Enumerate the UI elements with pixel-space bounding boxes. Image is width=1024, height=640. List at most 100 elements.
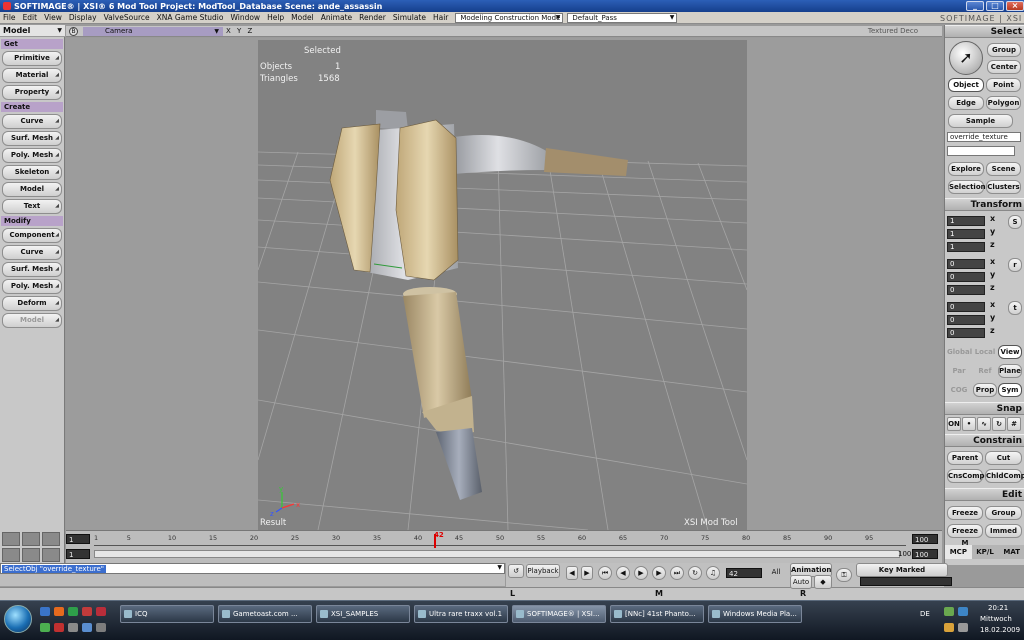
timeline-start2-field[interactable]: 1 [66,549,90,559]
timeline-end2-field[interactable]: 100 [912,549,938,559]
timeline-range-slider[interactable] [94,550,900,558]
ql-media-icon[interactable] [54,623,64,632]
selection-filter-field[interactable]: override_texture [947,132,1021,142]
modify-curve-button[interactable]: Curve [2,245,62,260]
ql-icq-icon[interactable] [40,623,50,632]
toolbar-title[interactable]: Model ▼ [0,25,65,37]
tab-kpl[interactable]: KP/L [972,545,999,559]
ql-folder-icon[interactable] [68,623,78,632]
local-button[interactable]: Local [973,345,997,359]
snap-grid-icon[interactable]: # [1007,417,1021,431]
select-edge-button[interactable]: Edge [948,96,984,110]
plane-button[interactable]: Plane [998,364,1022,378]
maximize-button[interactable]: □ [986,1,1004,11]
task-softimage[interactable]: SOFTIMAGE® | XSI... [512,605,606,623]
cnscomp-button[interactable]: CnsComp [947,469,985,483]
task-xsi-samples[interactable]: XSI_SAMPLES [316,605,410,623]
clusters-button[interactable]: Clusters [986,180,1021,194]
tab-mat[interactable]: MAT [998,545,1024,559]
select-arrow-icon[interactable]: ➚ [949,41,983,75]
start-button[interactable] [4,605,32,633]
tray-volume-icon[interactable] [944,623,954,632]
task-music-folder[interactable]: Ultra rare traxx vol.1 [414,605,508,623]
snap-point-icon[interactable]: • [962,417,976,431]
tray-network-icon[interactable] [944,607,954,616]
rotate-mode-button[interactable]: r [1008,258,1022,272]
select-sample-button[interactable]: Sample [948,114,1013,128]
go-start-icon[interactable]: ⏮ [598,566,612,580]
playback-button[interactable]: Playback [526,564,560,578]
selection-field[interactable] [947,146,1015,156]
go-end-icon[interactable]: ⏭ [670,566,684,580]
current-frame-field[interactable]: 42 [726,568,762,578]
rotate-y-field[interactable]: 0 [947,272,985,282]
translate-z-field[interactable]: 0 [947,328,985,338]
menu-hair[interactable]: Hair [433,13,448,22]
snap-rotate-icon[interactable]: ↻ [992,417,1006,431]
play-icon[interactable]: ▶ [634,566,648,580]
translate-y-field[interactable]: 0 [947,315,985,325]
rotate-z-field[interactable]: 0 [947,285,985,295]
chldcomp-button[interactable]: ChldComp [985,469,1024,483]
menu-simulate[interactable]: Simulate [393,13,426,22]
scene-button[interactable]: Scene [986,162,1021,176]
menu-view[interactable]: View [44,13,62,22]
ql-firefox-icon[interactable] [54,607,64,616]
loop-icon[interactable]: ↻ [688,566,702,580]
property-button[interactable]: Property [2,85,62,100]
task-icq[interactable]: ICQ [120,605,214,623]
modify-poly-mesh-button[interactable]: Poly. Mesh [2,279,62,294]
freeze-m-button[interactable]: Freeze M [947,524,983,547]
step-back-icon[interactable]: ◀ [616,566,630,580]
first-frame-icon[interactable]: ◀ [566,566,578,580]
layout-quad-icon[interactable] [2,532,20,546]
scale-mode-button[interactable]: S [1008,215,1022,229]
menu-file[interactable]: File [3,13,16,22]
parent-button[interactable]: Parent [947,451,983,465]
edit-group-button[interactable]: Group [985,506,1022,520]
task-nnc[interactable]: [NNc] 41st Phanto... [610,605,704,623]
scale-x-field[interactable]: 1 [947,216,985,226]
ql-app-icon[interactable] [82,607,92,616]
task-gametoast[interactable]: Gametoast.com ... [218,605,312,623]
view-button[interactable]: View [998,345,1022,359]
scale-y-field[interactable]: 1 [947,229,985,239]
menu-xna[interactable]: XNA Game Studio [157,13,224,22]
modify-surf-mesh-button[interactable]: Surf. Mesh [2,262,62,277]
minimize-button[interactable]: _ [966,1,984,11]
menu-render[interactable]: Render [359,13,386,22]
create-model-button[interactable]: Model [2,182,62,197]
layout-horizontal-icon[interactable] [2,548,20,562]
select-point-button[interactable]: Point [986,78,1021,92]
language-indicator[interactable]: DE [920,610,930,618]
menu-window[interactable]: Window [230,13,260,22]
freeze-button[interactable]: Freeze [947,506,983,520]
construction-mode-select[interactable]: Modeling Construction Mode [455,12,564,23]
all-button[interactable]: All [766,566,786,580]
modify-model-button[interactable]: Model [2,313,62,328]
material-button[interactable]: Material [2,68,62,83]
command-history-dropdown[interactable]: ▼ [497,564,502,571]
snap-curve-icon[interactable]: ∿ [977,417,991,431]
skeleton-button[interactable]: Skeleton [2,165,62,180]
step-forward-icon[interactable]: ▶ [652,566,666,580]
ql-skype-icon[interactable] [68,607,78,616]
ql-browser-icon[interactable] [82,623,92,632]
cog-button[interactable]: COG [946,383,972,397]
layout-vertical-icon[interactable] [22,548,40,562]
marked-parameters-field[interactable] [860,577,952,586]
layout-max-icon[interactable] [42,548,60,562]
deform-button[interactable]: Deform [2,296,62,311]
sym-button[interactable]: Sym [998,383,1022,397]
menu-model[interactable]: Model [291,13,314,22]
auto-key-button[interactable]: Auto [790,575,812,589]
ql-tool-icon[interactable] [96,623,106,632]
select-center-button[interactable]: Center [987,60,1021,74]
immed-button[interactable]: Immed [985,524,1022,538]
key-icon[interactable]: ⚿ [836,568,852,582]
tray-update-icon[interactable] [958,607,968,616]
par-button[interactable]: Par [946,364,972,378]
viewport-axis-toggles[interactable]: X Y Z [226,27,254,35]
global-button[interactable]: Global [946,345,972,359]
character-mesh[interactable] [329,110,628,500]
